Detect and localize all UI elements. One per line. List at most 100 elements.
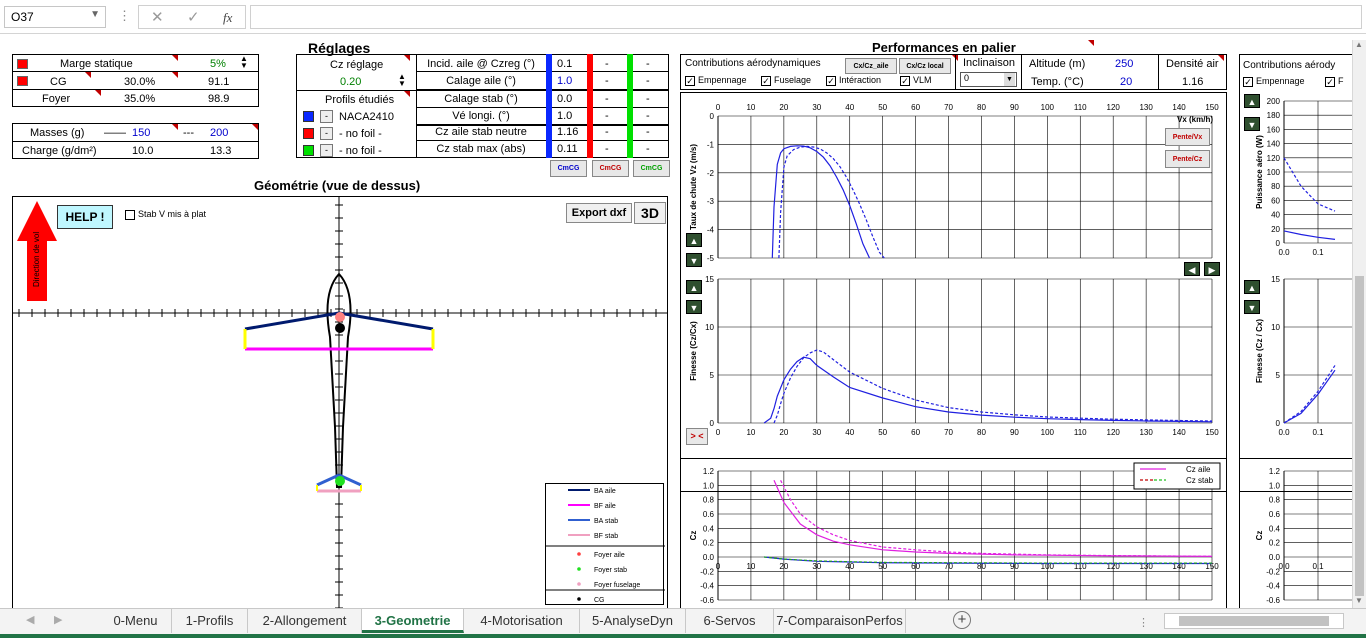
x-tick-label: 70 [944,103,953,112]
down-arrow-icon[interactable]: ▼ [686,300,702,314]
sheet-tab[interactable]: 6-Servos [686,609,774,633]
up-arrow-icon[interactable]: ▲ [1244,280,1260,294]
y-tick-label: 1.0 [1269,481,1281,490]
y-tick-label: 0.4 [1269,524,1281,533]
next-sheet-icon[interactable]: ▶ [54,613,62,626]
x-tick-label: 20 [779,428,788,437]
down-arrow-icon[interactable]: ▼ [1244,117,1260,131]
y-tick-label: -0.4 [1266,582,1280,591]
pente-vx-button[interactable]: Pente/Vx [1165,128,1210,146]
sheet-tab[interactable]: 3-Geometrie [362,609,464,633]
up-arrow-icon[interactable]: ▲ [686,280,702,294]
y-tick-label: -0.6 [1266,596,1280,605]
cz-legend: Cz aile Cz stab [1133,462,1221,490]
y-tick-label: 0 [710,419,715,428]
vertical-scrollbar[interactable]: ▲ ▼ [1352,40,1366,608]
x-tick-label: 40 [845,103,854,112]
y-tick-label: -0.2 [700,567,714,576]
y-tick-label: 180 [1267,111,1281,120]
y-axis-label: Puissance aéro (W) [1255,135,1264,209]
up-arrow-icon[interactable]: ▲ [686,233,702,247]
x-tick-label: 10 [746,428,755,437]
cancel-icon[interactable]: ✕ [151,8,164,26]
x-tick-label: 10 [746,103,755,112]
y-tick-label: 80 [1271,182,1280,191]
more-icon: ⋮ [1138,617,1149,629]
y-tick-label: 0.6 [1269,510,1281,519]
y-axis-label: Cz [689,531,698,541]
x-tick-label: 110 [1074,428,1087,437]
y-tick-label: -0.6 [700,596,714,605]
x-tick-label: 40 [845,428,854,437]
series-line-1 [778,145,885,259]
worksheet: Marge statique 5% ▲ ▼ CG 30.0% 91.1 Foyer… [0,40,1352,608]
scroll-thumb[interactable] [1355,276,1364,596]
x-tick-label: 110 [1074,103,1087,112]
x-tick-label: 150 [1205,103,1219,112]
y-tick-label: 5 [710,371,715,380]
confirm-icon[interactable]: ✓ [187,8,200,26]
prev-sheet-icon[interactable]: ◀ [26,613,34,626]
y-tick-label: 200 [1267,97,1281,106]
y-tick-label: 0.2 [703,539,715,548]
x-tick-label: 140 [1172,103,1186,112]
x-tick-label: 60 [911,428,920,437]
more-icon: ⋮ [118,8,131,23]
x-axis-label: Vx (km/h) [1177,115,1213,124]
y-tick-label: 120 [1267,154,1281,163]
up-arrow-icon[interactable]: ▲ [1244,94,1260,108]
x-tick-label: 0.0 [1278,248,1290,257]
y-tick-label: 0.0 [1269,553,1281,562]
y-axis-label: Finesse (Cz / Cx) [1255,319,1264,383]
y-tick-label: 0 [1276,419,1281,428]
y-tick-label: -0.2 [1266,567,1280,576]
y-tick-label: 40 [1271,211,1280,220]
chart-4: 0.0 0.1 15 10 5 0 Finesse (Cz / Cx) [1255,275,1352,437]
y-axis-label: Finesse (Cz/Cx) [689,321,698,381]
add-sheet-button[interactable]: + [953,611,971,629]
hscroll-thumb[interactable] [1179,616,1329,626]
sheet-tab[interactable]: 7-ComparaisonPerfos [774,609,906,633]
sheet-tab[interactable]: 4-Motorisation [464,609,580,633]
y-tick-label: 20 [1271,225,1280,234]
down-arrow-icon[interactable]: ▼ [686,253,702,267]
function-icon[interactable]: fx [223,10,232,26]
chevron-down-icon[interactable]: ▼ [90,9,100,20]
name-box[interactable]: O37 ▼ [4,6,106,28]
sheet-tab[interactable]: 1-Profils [172,609,248,633]
legend-label: Cz stab [1186,476,1214,485]
x-tick-label: 130 [1139,428,1153,437]
chart-1: 0 10 20 30 40 50 60 70 80 90 100 110 120 130 140 150 0 5 1… [689,275,1219,437]
x-tick-label: 90 [1010,428,1019,437]
right-arrow-icon[interactable]: ▶ [1204,262,1220,276]
y-tick-label: 160 [1267,125,1281,134]
y-tick-label: 1.0 [703,481,715,490]
y-axis-label: Taux de chute Vz (m/s) [689,144,698,230]
sheet-tab[interactable]: 0-Menu [100,609,172,633]
formula-input[interactable] [250,5,1362,29]
y-tick-label: -0.4 [700,582,714,591]
x-tick-label: 80 [977,103,986,112]
left-arrow-icon[interactable]: ◀ [1184,262,1200,276]
x-tick-label: 50 [878,562,887,571]
x-tick-label: 30 [812,103,821,112]
y-tick-label: 15 [1271,275,1280,284]
scroll-up-icon[interactable]: ▲ [1355,40,1363,49]
sheet-tab[interactable]: 5-AnalyseDyn [580,609,686,633]
x-tick-label: 50 [878,428,887,437]
y-tick-label: 10 [705,323,714,332]
series-line-0 [1283,230,1336,240]
down-arrow-icon[interactable]: ▼ [1244,300,1260,314]
sheet-tab[interactable]: 2-Allongement [248,609,362,633]
chart-0: 0 10 20 30 40 50 60 70 80 90 100 110 120 130 140 150 0 -1… [689,103,1219,263]
pente-cz-button[interactable]: Pente/Cz [1165,150,1210,168]
x-tick-label: 80 [977,428,986,437]
horizontal-scrollbar[interactable] [1164,613,1344,629]
x-tick-label: 0 [716,428,721,437]
x-tick-label: 0.1 [1312,562,1324,571]
y-tick-label: 0.8 [703,496,715,505]
x-tick-label: 0.0 [1278,428,1290,437]
x-tick-label: 120 [1107,103,1121,112]
reset-zoom-button[interactable]: > < [686,428,708,445]
scroll-down-icon[interactable]: ▼ [1355,596,1363,605]
